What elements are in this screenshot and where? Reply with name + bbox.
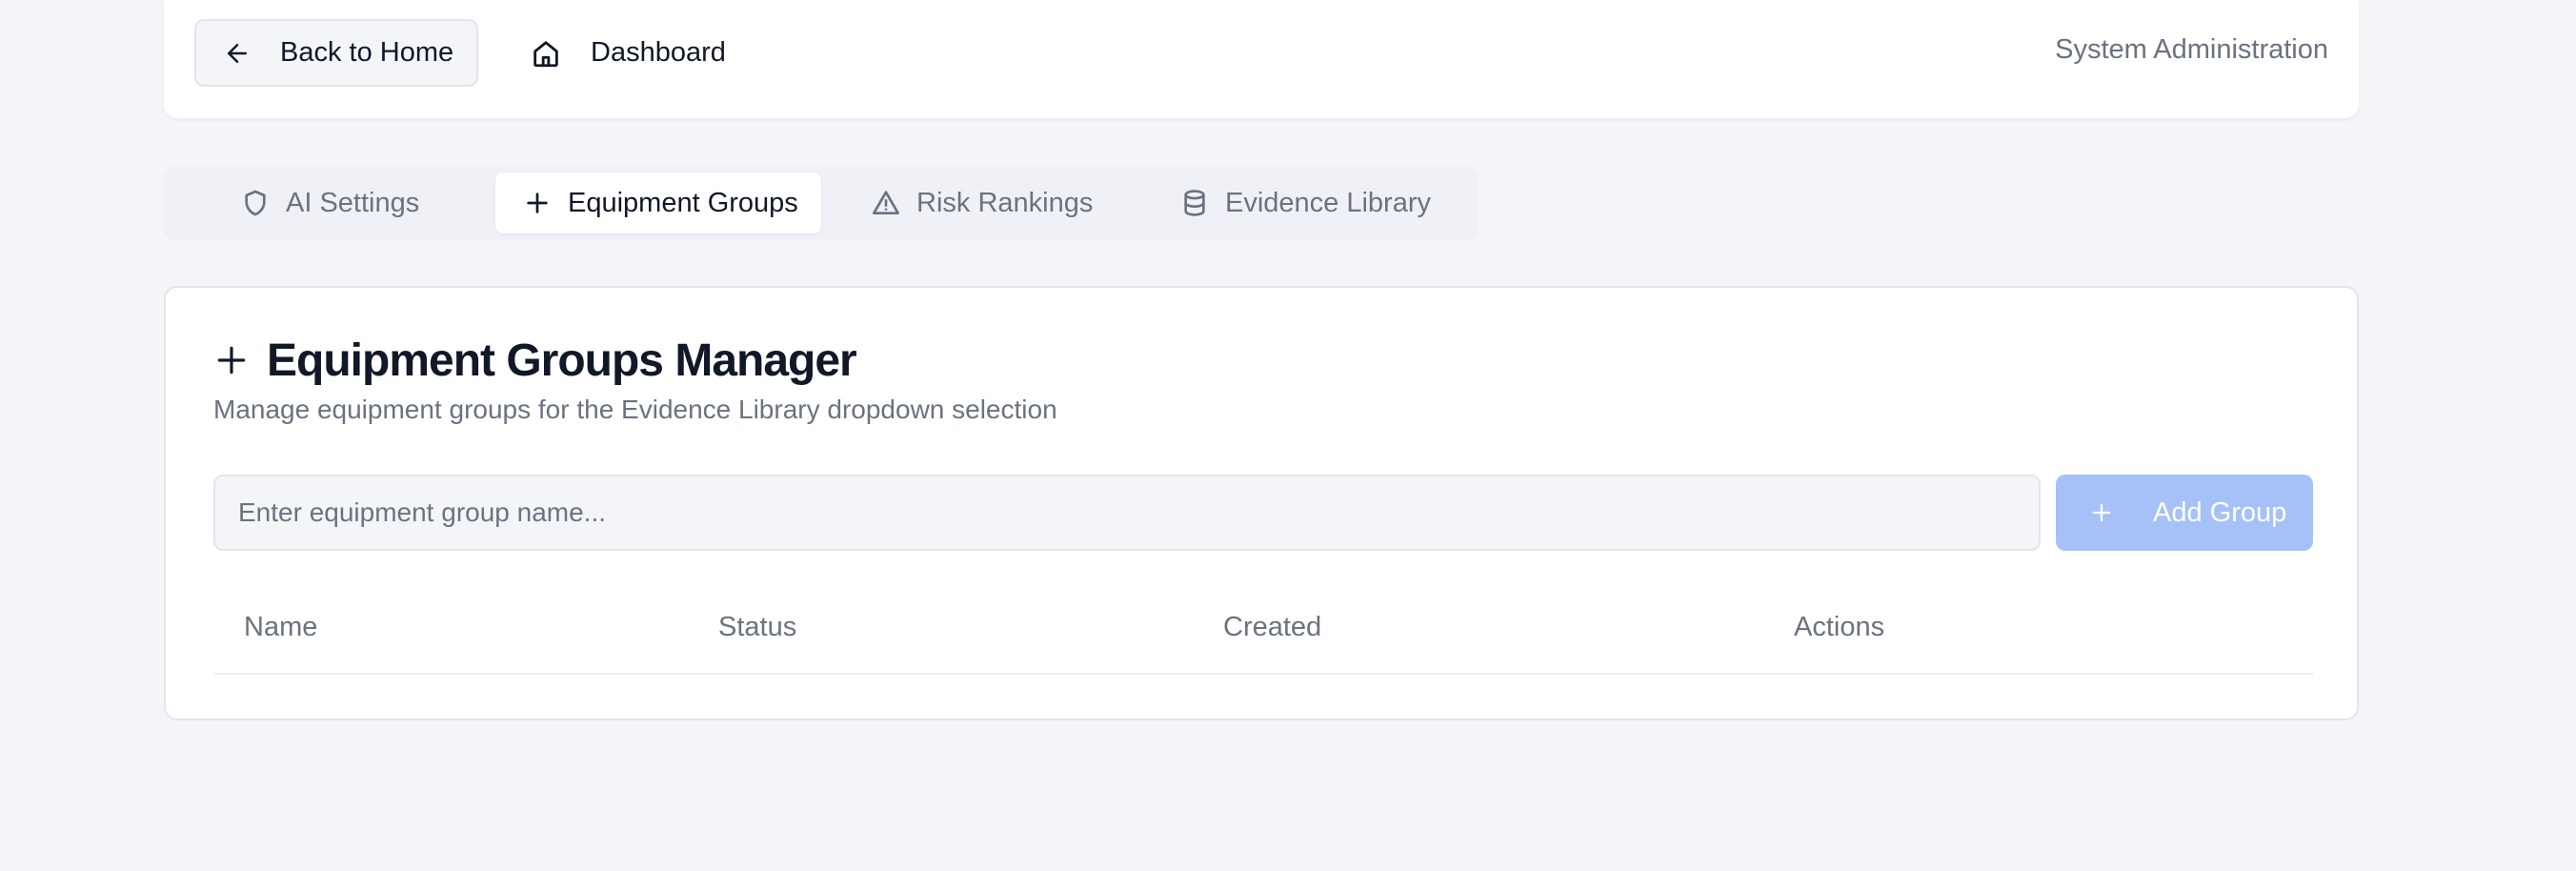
database-icon (1184, 190, 1205, 216)
tab-ai-settings[interactable]: AI Settings (240, 172, 448, 233)
dashboard-link[interactable]: Dashboard (530, 19, 726, 87)
tab-evidence-library[interactable]: Evidence Library (1179, 172, 1465, 233)
page-section-title: System Administration (2055, 34, 2328, 65)
back-to-home-label: Back to Home (280, 37, 454, 68)
tab-equipment-groups-label: Equipment Groups (568, 187, 798, 218)
top-bar: Back to Home Dashboard System Administra… (164, 0, 2359, 118)
card-title-text: Equipment Groups Manager (267, 334, 857, 386)
add-group-label: Add Group (2153, 496, 2287, 528)
plus-icon (527, 192, 548, 213)
arrow-left-icon (228, 43, 247, 63)
column-header-actions: Actions (1794, 612, 1885, 642)
plus-icon (217, 346, 246, 375)
column-header-created: Created (1223, 612, 1322, 642)
card-description: Manage equipment groups for the Evidence… (213, 395, 1057, 424)
admin-tabs: AI Settings Equipment Groups Risk Rankin… (164, 166, 1479, 240)
column-header-name: Name (244, 612, 318, 642)
home-icon (533, 40, 558, 67)
plus-icon (2092, 503, 2111, 522)
equipment-groups-card: Equipment Groups Manager Manage equipmen… (164, 286, 2359, 720)
dashboard-label: Dashboard (591, 37, 726, 68)
tab-risk-rankings[interactable]: Risk Rankings (871, 172, 1118, 233)
shield-icon (245, 190, 266, 216)
table-header: Name Status Created Actions (213, 583, 2313, 675)
tab-risk-rankings-label: Risk Rankings (916, 187, 1094, 218)
back-to-home-button[interactable]: Back to Home (194, 19, 478, 87)
warning-triangle-icon (873, 191, 899, 214)
add-group-button[interactable]: Add Group (2056, 475, 2313, 551)
tab-ai-settings-label: AI Settings (286, 187, 420, 218)
column-header-status: Status (718, 612, 797, 642)
equipment-group-name-input[interactable] (213, 475, 2041, 551)
card-title: Equipment Groups Manager (213, 334, 857, 387)
tab-evidence-library-label: Evidence Library (1225, 187, 1431, 218)
tab-equipment-groups[interactable]: Equipment Groups (495, 172, 821, 233)
